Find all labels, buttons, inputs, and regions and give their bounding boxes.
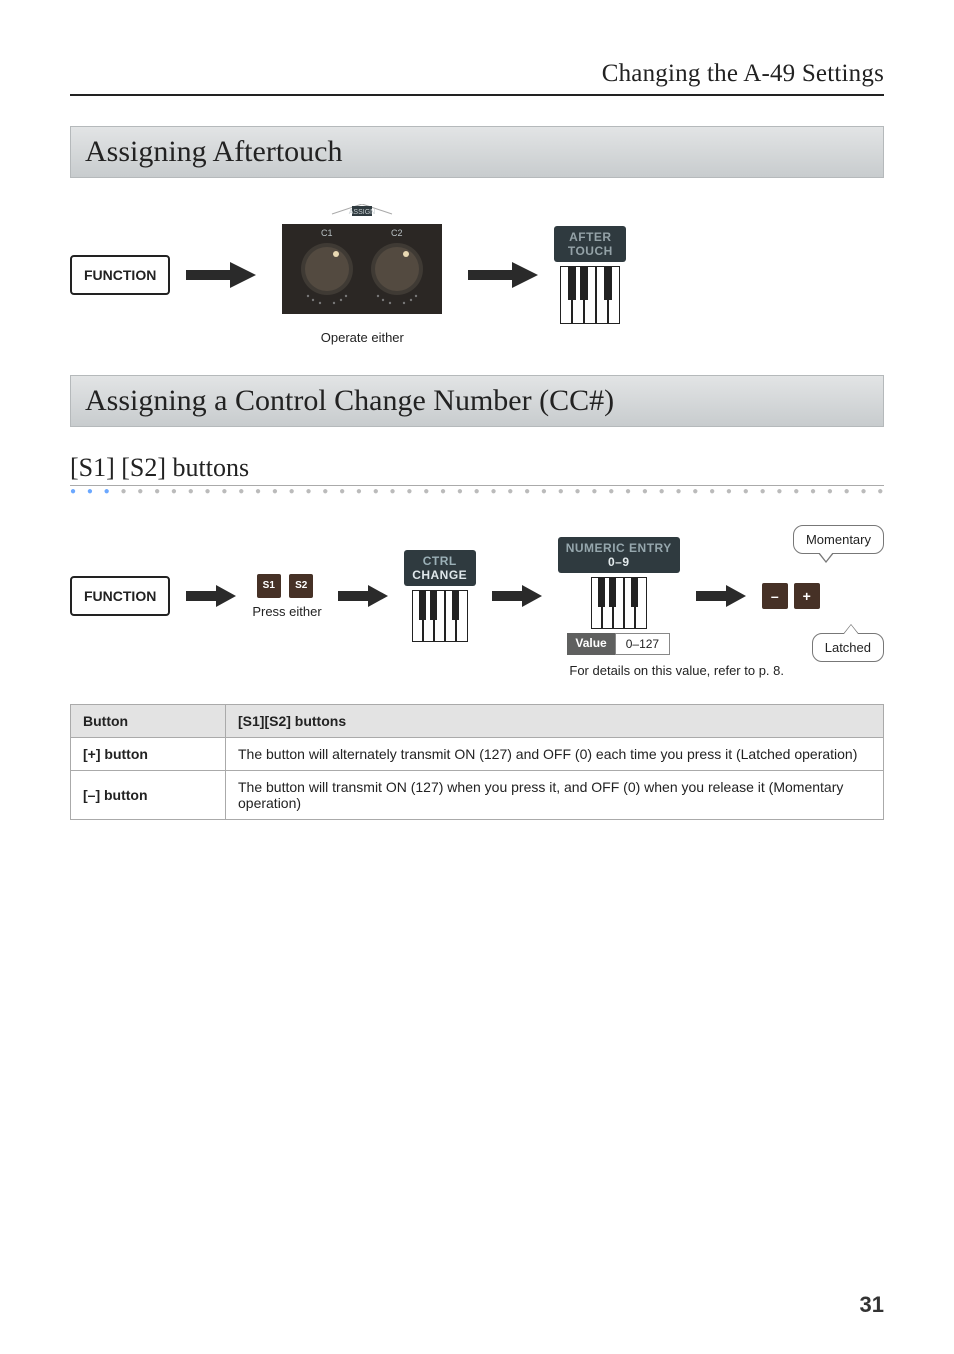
page-number: 31 [860, 1292, 884, 1318]
plus-button[interactable]: + [794, 583, 820, 609]
latched-callout: Latched [812, 633, 884, 662]
ctrl-change-label: CTRL CHANGE [404, 550, 476, 586]
aftertouch-label: AFTERTOUCH [554, 226, 626, 262]
ctrl-change-key: CTRL CHANGE [404, 550, 476, 642]
operate-either-caption: Operate either [321, 330, 404, 345]
press-either-caption: Press either [252, 604, 321, 619]
knob-panel-svg: ASSIGN C1 C2 [272, 204, 452, 324]
row-head-plus: [+] button [71, 738, 226, 771]
piano-keys-icon [591, 577, 647, 629]
svg-text:ASSIGN: ASSIGN [349, 209, 375, 216]
value-header: Value [567, 633, 614, 655]
minus-button[interactable]: – [762, 583, 788, 609]
value-footnote: For details on this value, refer to p. 8… [70, 663, 884, 678]
arrow-icon [186, 583, 236, 609]
section-aftertouch-heading: Assigning Aftertouch [70, 126, 884, 178]
arrow-icon [186, 260, 256, 290]
arrow-icon [492, 583, 542, 609]
page-header-title: Changing the A-49 Settings [70, 60, 884, 88]
aftertouch-diagram: FUNCTION ASSIGN [70, 204, 884, 345]
numeric-entry-label: NUMERIC ENTRY 0–9 [558, 537, 680, 573]
arrow-icon [338, 583, 388, 609]
cc-diagram: FUNCTION S1 S2 Press either CTRL CHANGE [70, 537, 884, 655]
function-button[interactable]: FUNCTION [70, 576, 170, 616]
dotted-rule: ● ● ● ● ● ● ● ● ● ● ● ● ● ● ● ● ● ● ● ● … [70, 486, 884, 497]
s2-button[interactable]: S2 [289, 574, 313, 598]
table-row: [+] button The button will alternately t… [71, 738, 884, 771]
row-text-plus: The button will alternately transmit ON … [226, 738, 884, 771]
section-cc-heading: Assigning a Control Change Number (CC#) [70, 375, 884, 427]
th-s1s2: [S1][S2] buttons [226, 705, 884, 738]
plus-minus-pair: – + [762, 583, 820, 609]
function-button[interactable]: FUNCTION [70, 255, 170, 295]
button-behavior-table: Button [S1][S2] buttons [+] button The b… [70, 704, 884, 820]
table-row: [–] button The button will transmit ON (… [71, 771, 884, 820]
value-row: Value 0–127 [567, 633, 670, 655]
row-text-minus: The button will transmit ON (127) when y… [226, 771, 884, 820]
piano-keys-icon [560, 266, 620, 324]
aftertouch-key: AFTERTOUCH [554, 226, 626, 324]
arrow-icon [696, 583, 746, 609]
knob-panel: ASSIGN C1 C2 Operate either [272, 204, 452, 345]
s1s2-subheading: [S1] [S2] buttons [70, 453, 884, 486]
value-range: 0–127 [615, 633, 670, 655]
piano-keys-icon [412, 590, 468, 642]
th-button: Button [71, 705, 226, 738]
arrow-icon [468, 260, 538, 290]
row-head-minus: [–] button [71, 771, 226, 820]
svg-text:C2: C2 [391, 228, 403, 238]
s1-s2-group: S1 S2 Press either [252, 574, 321, 619]
momentary-callout: Momentary [793, 525, 884, 554]
s1-button[interactable]: S1 [257, 574, 281, 598]
header-rule [70, 94, 884, 96]
numeric-entry-key: NUMERIC ENTRY 0–9 Value 0–127 [558, 537, 680, 655]
svg-text:C1: C1 [321, 228, 333, 238]
